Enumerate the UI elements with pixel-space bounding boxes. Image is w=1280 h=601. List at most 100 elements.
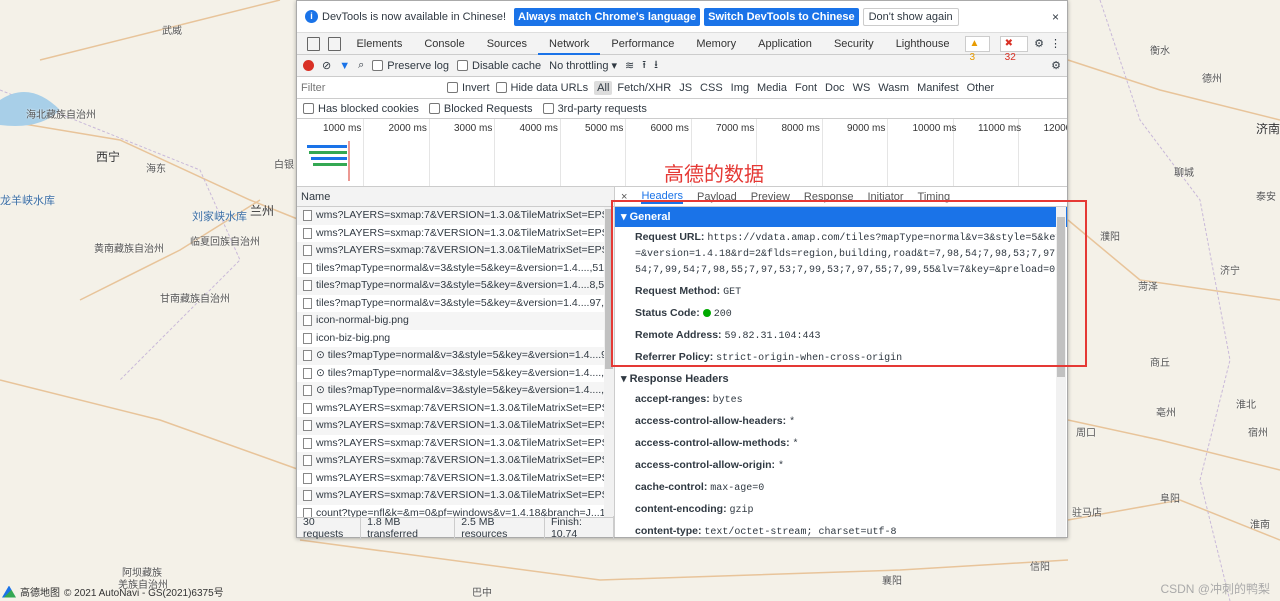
detail-tab-initiator[interactable]: Initiator bbox=[867, 191, 903, 203]
export-har-icon[interactable]: ⭳ bbox=[654, 56, 658, 75]
request-row[interactable]: wms?LAYERS=sxmap:7&VERSION=1.3.0&TileMat… bbox=[297, 207, 614, 225]
blocked-requests-checkbox[interactable]: Blocked Requests bbox=[428, 103, 533, 115]
network-settings-gear-icon[interactable]: ⚙ bbox=[1051, 59, 1061, 72]
filter-type-doc[interactable]: Doc bbox=[822, 81, 848, 95]
response-headers-section-header[interactable]: ▾ Response Headers bbox=[615, 369, 1067, 389]
request-row[interactable]: ⊙ tiles?mapType=normal&v=3&style=5&key=&… bbox=[297, 347, 614, 365]
tab-application[interactable]: Application bbox=[747, 33, 823, 55]
filter-type-img[interactable]: Img bbox=[728, 81, 752, 95]
map-place-label: 信阳 bbox=[1030, 562, 1050, 573]
tab-network[interactable]: Network bbox=[538, 33, 601, 55]
request-row[interactable]: ⊙ tiles?mapType=normal&v=3&style=5&key=&… bbox=[297, 382, 614, 400]
search-icon[interactable]: ⌕ bbox=[358, 59, 364, 72]
switch-language-button[interactable]: Switch DevTools to Chinese bbox=[704, 7, 859, 26]
request-row[interactable]: wms?LAYERS=sxmap:7&VERSION=1.3.0&TileMat… bbox=[297, 225, 614, 243]
request-name: tiles?mapType=normal&v=3&style=5&key=&ve… bbox=[316, 296, 614, 309]
throttling-select[interactable]: No throttling ▾ bbox=[549, 59, 617, 72]
detail-scrollbar[interactable] bbox=[1056, 207, 1066, 537]
filter-type-manifest[interactable]: Manifest bbox=[914, 81, 962, 95]
filter-type-fetchxhr[interactable]: Fetch/XHR bbox=[614, 81, 674, 95]
filter-icon[interactable]: ▼ bbox=[339, 60, 350, 72]
request-row[interactable]: wms?LAYERS=sxmap:7&VERSION=1.3.0&TileMat… bbox=[297, 417, 614, 435]
map-place-label: 海北藏族自治州 bbox=[26, 110, 96, 121]
filter-type-css[interactable]: CSS bbox=[697, 81, 726, 95]
file-icon bbox=[303, 385, 312, 397]
inspect-icon[interactable] bbox=[307, 36, 321, 51]
tab-elements[interactable]: Elements bbox=[345, 33, 413, 55]
name-column-header[interactable]: Name bbox=[297, 187, 614, 207]
request-name: ⊙ tiles?mapType=normal&v=3&style=5&key=&… bbox=[316, 366, 614, 379]
network-conditions-icon[interactable]: ≋ bbox=[625, 59, 634, 72]
timeline-tick-label: 10000 ms bbox=[912, 123, 957, 134]
match-language-button[interactable]: Always match Chrome's language bbox=[514, 7, 701, 26]
map-place-label: 济南 bbox=[1256, 122, 1280, 136]
tab-memory[interactable]: Memory bbox=[685, 33, 747, 55]
header-key: Referrer Policy: bbox=[635, 351, 714, 363]
preserve-log-checkbox[interactable]: Preserve log bbox=[372, 60, 449, 72]
third-party-checkbox[interactable]: 3rd-party requests bbox=[542, 103, 647, 115]
file-icon bbox=[303, 490, 312, 502]
request-row[interactable]: icon-normal-big.png bbox=[297, 312, 614, 330]
map-place-label: 海东 bbox=[146, 164, 166, 175]
tab-performance[interactable]: Performance bbox=[600, 33, 685, 55]
filter-input[interactable] bbox=[301, 79, 441, 96]
filter-type-ws[interactable]: WS bbox=[850, 81, 874, 95]
filter-type-other[interactable]: Other bbox=[964, 81, 998, 95]
close-detail-icon[interactable]: × bbox=[621, 191, 627, 203]
request-detail: × Headers Payload Preview Response Initiator T… bbox=[615, 187, 1067, 537]
detail-tab-response[interactable]: Response bbox=[804, 191, 854, 203]
request-row[interactable]: wms?LAYERS=sxmap:7&VERSION=1.3.0&TileMat… bbox=[297, 487, 614, 505]
file-icon bbox=[303, 437, 312, 449]
file-icon bbox=[303, 210, 312, 222]
request-row[interactable]: ⊙ tiles?mapType=normal&v=3&style=5&key=&… bbox=[297, 365, 614, 383]
filter-type-js[interactable]: JS bbox=[676, 81, 695, 95]
request-row[interactable]: tiles?mapType=normal&v=3&style=5&key=&ve… bbox=[297, 260, 614, 278]
device-toggle-icon[interactable] bbox=[328, 36, 342, 51]
import-har-icon[interactable]: ⭱ bbox=[642, 56, 646, 75]
tab-console[interactable]: Console bbox=[413, 33, 475, 55]
settings-gear-icon[interactable]: ⚙ bbox=[1034, 37, 1044, 50]
tab-sources[interactable]: Sources bbox=[476, 33, 538, 55]
filter-type-wasm[interactable]: Wasm bbox=[875, 81, 912, 95]
close-infobar-icon[interactable]: × bbox=[1052, 10, 1059, 24]
timeline-tick-label: 1000 ms bbox=[323, 123, 362, 134]
tab-security[interactable]: Security bbox=[823, 33, 885, 55]
invert-checkbox[interactable]: Invert bbox=[447, 82, 490, 94]
detail-tab-timing[interactable]: Timing bbox=[918, 191, 951, 203]
errors-badge[interactable]: ✖ 32 bbox=[999, 35, 1029, 63]
filter-type-media[interactable]: Media bbox=[754, 81, 790, 95]
more-options-icon[interactable]: ⋮ bbox=[1050, 37, 1061, 50]
filter-type-font[interactable]: Font bbox=[792, 81, 820, 95]
detail-tab-preview[interactable]: Preview bbox=[751, 191, 790, 203]
request-list-scrollbar[interactable] bbox=[604, 207, 614, 517]
request-row[interactable]: wms?LAYERS=sxmap:7&VERSION=1.3.0&TileMat… bbox=[297, 470, 614, 488]
request-row[interactable]: wms?LAYERS=sxmap:7&VERSION=1.3.0&TileMat… bbox=[297, 242, 614, 260]
timeline-tick-label: 4000 ms bbox=[519, 123, 558, 134]
filter-type-all[interactable]: All bbox=[594, 80, 613, 95]
record-icon[interactable] bbox=[303, 60, 314, 71]
clear-icon[interactable]: ⊘ bbox=[322, 59, 331, 72]
hide-data-urls-checkbox[interactable]: Hide data URLs bbox=[495, 82, 588, 94]
dont-show-again-button[interactable]: Don't show again bbox=[862, 7, 959, 26]
timeline-tick-label: 5000 ms bbox=[585, 123, 624, 134]
request-row[interactable]: icon-biz-big.png bbox=[297, 330, 614, 348]
blocked-cookies-checkbox[interactable]: Has blocked cookies bbox=[303, 103, 419, 115]
request-name: wms?LAYERS=sxmap:7&VERSION=1.3.0&TileMat… bbox=[316, 244, 614, 256]
file-icon bbox=[303, 472, 312, 484]
map-place-label: 济宁 bbox=[1220, 266, 1240, 277]
general-section-header[interactable]: ▾ General bbox=[615, 207, 1067, 227]
map-copyright: 高德地图 © 2021 AutoNavi - GS(2021)6375号 bbox=[2, 584, 224, 599]
request-row[interactable]: wms?LAYERS=sxmap:7&VERSION=1.3.0&TileMat… bbox=[297, 452, 614, 470]
request-row[interactable]: tiles?mapType=normal&v=3&style=5&key=&ve… bbox=[297, 295, 614, 313]
request-row[interactable]: wms?LAYERS=sxmap:7&VERSION=1.3.0&TileMat… bbox=[297, 435, 614, 453]
tab-lighthouse[interactable]: Lighthouse bbox=[885, 33, 961, 55]
file-icon bbox=[303, 367, 312, 379]
warnings-badge[interactable]: ▲ 3 bbox=[964, 35, 990, 63]
request-row[interactable]: tiles?mapType=normal&v=3&style=5&key=&ve… bbox=[297, 277, 614, 295]
file-icon bbox=[303, 455, 312, 467]
request-row[interactable]: wms?LAYERS=sxmap:7&VERSION=1.3.0&TileMat… bbox=[297, 400, 614, 418]
detail-tab-headers[interactable]: Headers bbox=[641, 190, 684, 204]
detail-tab-payload[interactable]: Payload bbox=[697, 191, 737, 203]
disable-cache-checkbox[interactable]: Disable cache bbox=[457, 60, 541, 72]
timeline-gridline bbox=[625, 119, 626, 186]
